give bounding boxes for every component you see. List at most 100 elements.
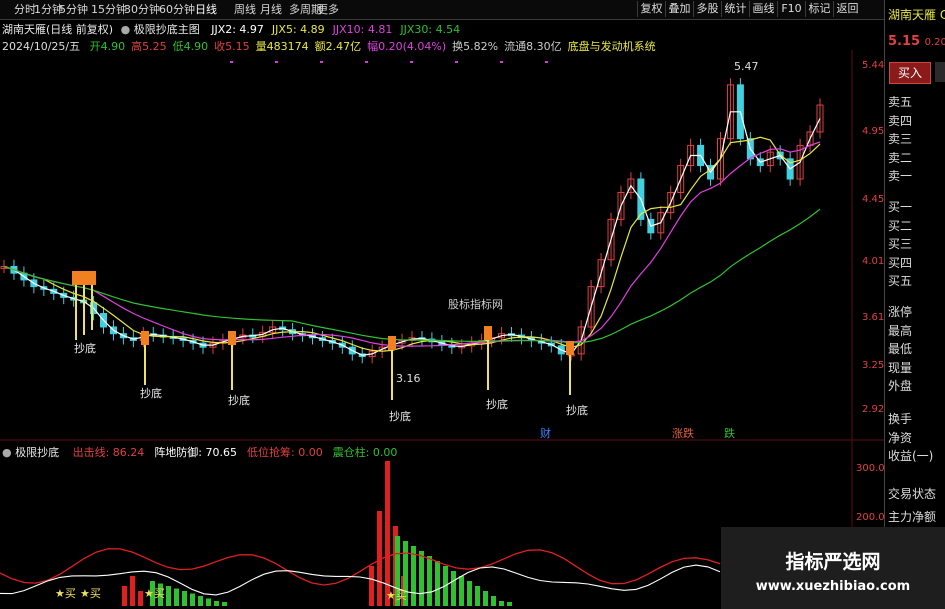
period-tab[interactable]: 15分钟 — [91, 2, 127, 17]
ma-value: JJX30: 4.54 — [400, 23, 461, 36]
buy-signal-label: ★买 — [386, 589, 407, 602]
chaodi-label: 抄底 — [140, 387, 162, 400]
marker-dot — [365, 61, 368, 63]
chaodi-block — [228, 331, 236, 345]
chaodi-block — [80, 271, 88, 285]
event-cai[interactable]: 财 — [540, 425, 551, 441]
chaodi-label: 抄底 — [486, 398, 508, 411]
watermark: 指标严选网 www.xuezhibiao.com — [721, 527, 945, 609]
defense-line — [0, 564, 721, 596]
period-tab[interactable]: 更多 — [317, 2, 339, 17]
main-chart-header: 湖南天雁(日线 前复权) ● 极限抄底主图 JJX2: 4.97 JJX5: 4.… — [2, 21, 460, 37]
price-tick: 3.25 — [862, 360, 885, 371]
quote-stock-name: 湖南天雁 C — [888, 8, 945, 22]
chaodi-block — [88, 271, 96, 285]
green-bar — [499, 601, 504, 606]
buy-signal-label: ★买 — [144, 587, 165, 600]
period-tab[interactable]: 5分钟 — [59, 2, 88, 17]
quote-last-price: 5.15 0.20 — [888, 34, 945, 49]
indicator-icon: ● — [120, 23, 131, 36]
volume-bar — [138, 591, 143, 606]
period-tab[interactable]: 60分钟 — [159, 2, 195, 17]
green-bar — [451, 571, 456, 606]
toolbar-button[interactable]: 叠加 — [665, 1, 693, 17]
green-bar — [190, 593, 195, 606]
green-bar — [507, 602, 512, 606]
chaodi-block — [388, 336, 396, 350]
price-tick: 2.92 — [862, 404, 885, 415]
watermark-text: 股标指标网 — [448, 298, 503, 311]
sub-indicator-title[interactable]: 极限抄底 — [15, 446, 59, 459]
price-tick: 4.95 — [862, 126, 885, 137]
main-net-inflow: 主力净额 — [888, 510, 937, 524]
volume-bar — [122, 586, 127, 606]
indicator-icon: ● — [2, 446, 12, 459]
toolbar-button[interactable]: 统计 — [721, 1, 749, 17]
trade-status: 交易状态 — [888, 487, 937, 501]
order-book-buy: 买一 买二 买三 买四 买五 — [888, 200, 913, 289]
order-book: 卖五 卖四 卖三 卖二 卖一 — [888, 95, 913, 184]
price-tick: 4.01 — [862, 256, 885, 267]
green-bar — [475, 586, 480, 606]
green-bar — [467, 581, 472, 606]
green-bar — [483, 591, 488, 606]
green-bar — [206, 598, 211, 606]
period-tab[interactable]: 周线 — [234, 2, 256, 17]
period-tab[interactable]: 日线 — [195, 2, 217, 17]
quote-panel: 湖南天雁 C 5.15 0.20 买入 卖五 卖四 卖三 卖二 卖一 买一 买二 买三 买四买… — [884, 0, 945, 609]
marker-dot — [410, 61, 413, 63]
ma-line — [3, 136, 821, 352]
green-bar — [182, 591, 187, 606]
chaodi-block — [566, 341, 574, 355]
volume-bar — [369, 566, 374, 606]
buy-signal-label: ★买 — [80, 587, 101, 600]
ma-value: JJX2: 4.97 — [211, 23, 264, 36]
toolbar-button[interactable]: 多股 — [693, 1, 721, 17]
price-tick: 3.61 — [862, 312, 885, 323]
buy-button[interactable]: 买入 — [889, 62, 931, 84]
stock-title: 湖南天雁(日线 前复权) — [2, 23, 114, 36]
period-tab[interactable]: 分时 — [14, 2, 36, 17]
green-bar — [166, 586, 171, 606]
watermark-title: 指标严选网 — [785, 551, 881, 573]
green-bar — [419, 551, 424, 606]
chaodi-label: 抄底 — [566, 404, 588, 417]
toolbar-button[interactable]: F10 — [777, 1, 805, 17]
candlestick-chart[interactable] — [0, 50, 884, 609]
green-bar — [222, 602, 227, 606]
ma-value: JJX5: 4.89 — [271, 23, 325, 36]
stats-list-2: 换手 净资 收益(一) — [888, 412, 934, 464]
event-die[interactable]: 跌 — [724, 425, 735, 441]
toolbar-button[interactable]: 返回 — [833, 1, 861, 17]
green-bar — [174, 588, 179, 606]
green-bar — [491, 596, 496, 606]
green-bar — [459, 576, 464, 606]
sell-button[interactable] — [935, 62, 945, 82]
green-bar — [214, 601, 219, 606]
indicator-name[interactable]: 极限抄底主图 — [134, 23, 200, 36]
sub-chart-header: ● 极限抄底 出击线: 86.24 阵地防御: 70.65 低位抢筹: 0.00 震仓… — [2, 444, 397, 460]
sub-axis-200: 200.0 — [856, 512, 885, 523]
event-zhangdie[interactable]: 涨跌 — [672, 425, 694, 441]
green-bar — [427, 556, 432, 606]
toolbar-button[interactable]: 画线 — [749, 1, 777, 17]
buy-signal-label: ★买 — [55, 587, 76, 600]
period-tab[interactable]: 30分钟 — [124, 2, 160, 17]
sub-indicator-value: 出击线: 86.24 — [72, 446, 145, 459]
chaodi-label: 抄底 — [74, 342, 96, 355]
marker-dot — [545, 61, 548, 63]
toolbar-button[interactable]: 标记 — [805, 1, 833, 17]
ma-line — [3, 141, 821, 347]
chaodi-label: 抄底 — [228, 394, 250, 407]
green-bar — [435, 561, 440, 606]
high-label: 5.47 — [734, 60, 759, 73]
chaodi-block — [484, 326, 492, 340]
stats-list: 涨停 最高 最低 现量 外盘 — [888, 305, 913, 394]
sub-axis-300: 300.0 — [856, 463, 885, 474]
toolbar-button[interactable]: 复权 — [637, 1, 665, 17]
price-tick: 5.44 — [862, 60, 885, 71]
period-tab[interactable]: 月线 — [260, 2, 282, 17]
sub-indicator-value: 阵地防御: 70.65 — [154, 446, 238, 459]
chaodi-block — [141, 331, 149, 345]
chaodi-label: 抄底 — [389, 410, 411, 423]
